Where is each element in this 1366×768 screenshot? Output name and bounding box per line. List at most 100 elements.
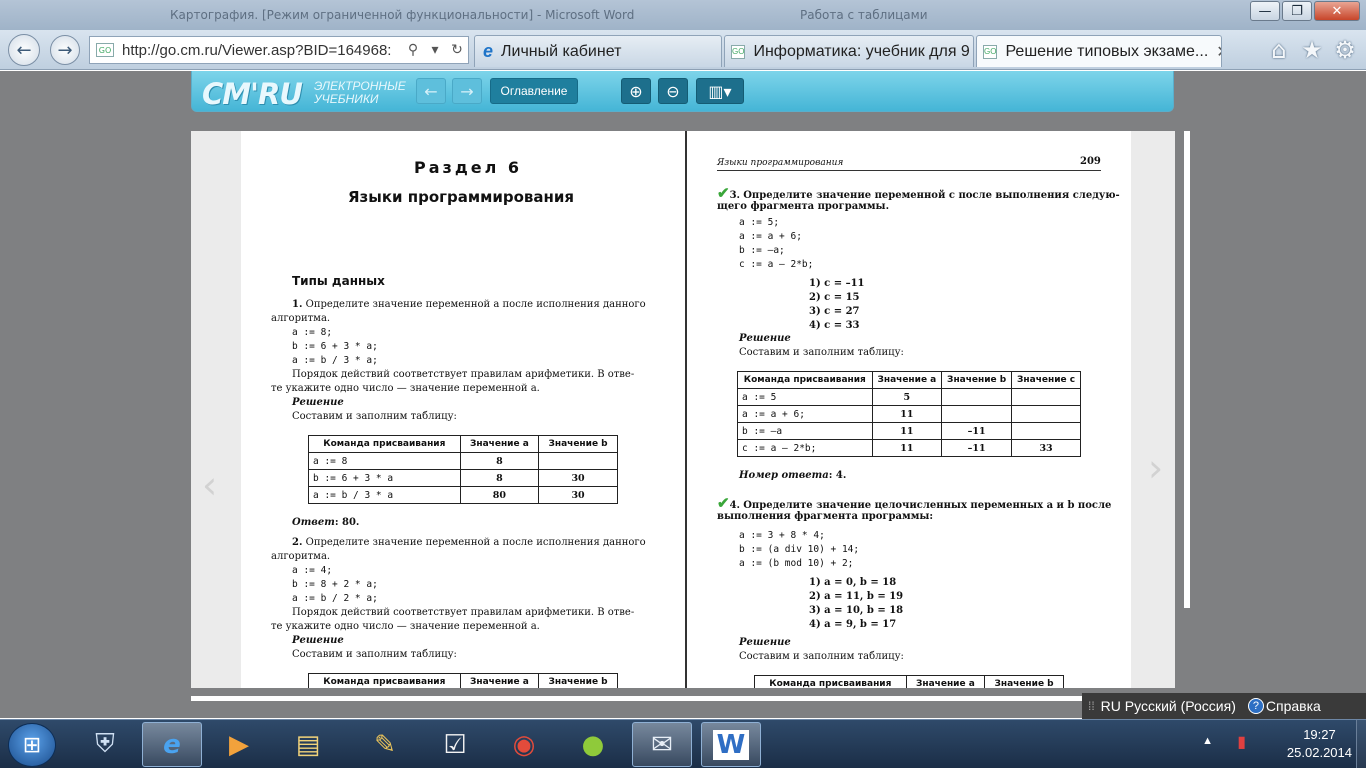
language-code[interactable]: RU [1101, 698, 1121, 714]
taskbar-explorer[interactable]: ▤ [278, 722, 338, 767]
zoom-in-button[interactable]: ⊕ [621, 78, 651, 104]
media-player-icon: ▶ [229, 729, 249, 760]
ie-icon: e [483, 41, 494, 61]
taskbar-chrome[interactable]: ◉ [494, 722, 554, 767]
taskbar-internet-explorer[interactable]: e [142, 722, 202, 767]
table-cell: 33 [1011, 439, 1081, 457]
close-window-button[interactable]: ✕ [1314, 1, 1360, 21]
table-cell: a := a + 6; [737, 405, 873, 423]
prev-page-button[interactable]: ← [416, 78, 446, 104]
taskbar-app-notebook[interactable]: ✉ [632, 722, 692, 767]
taskbar-word[interactable]: W [701, 722, 761, 767]
close-tab-icon[interactable]: ✕ [1208, 42, 1221, 62]
clock-time: 19:27 [1303, 727, 1336, 742]
code-line: b := 6 + 3 * a; [292, 341, 378, 352]
prev-page-arrow-icon[interactable]: ‹ [202, 463, 217, 507]
taskbar-app-round[interactable]: ● [563, 722, 623, 767]
answer-line: Номер ответа: 4. [739, 469, 846, 483]
solution-heading: Решение [739, 333, 791, 344]
reader-toolbar: CM'RU ЭЛЕКТРОННЫЕ УЧЕБНИКИ ← → Оглавлени… [191, 71, 1174, 112]
table-header: Команда присваивания [308, 673, 461, 688]
table-cell: 30 [538, 486, 618, 504]
logo-subtitle-line1: ЭЛЕКТРОННЫЕ [314, 79, 406, 93]
taskbar-app-pen[interactable]: ✎ [355, 722, 415, 767]
zoom-out-button[interactable]: ⊖ [658, 78, 688, 104]
answer-table: Команда присваивания Значение a Значение… [308, 435, 618, 504]
browser-nav-bar: ← → GO http://go.cm.ru/Viewer.asp?BID=16… [0, 30, 1366, 70]
arrow-right-icon: → [460, 81, 474, 101]
taskbar-security-app[interactable]: ⛨ [75, 722, 135, 767]
network-icon[interactable]: ▮ [1237, 732, 1246, 752]
taskbar-media-player[interactable]: ▶ [209, 722, 269, 767]
table-cell: –11 [941, 439, 1013, 457]
table-header: Значение b [984, 675, 1064, 688]
code-line: a := 3 + 8 * 4; [739, 530, 825, 541]
back-button[interactable]: ← [8, 34, 40, 66]
table-header: Команда присваивания [737, 371, 873, 389]
maximize-button[interactable]: ❐ [1282, 1, 1312, 21]
grip-icon[interactable]: ⁞⁞ [1088, 699, 1095, 713]
home-icon[interactable]: ⌂ [1264, 36, 1294, 64]
table-cell: a := 8 [308, 452, 461, 470]
tab-personal-cabinet[interactable]: e Личный кабинет [474, 35, 722, 67]
arrow-right-icon: → [57, 39, 73, 61]
table-row: a := b / 3 * a 80 30 [308, 486, 618, 504]
favorites-star-icon[interactable]: ★ [1297, 36, 1327, 64]
chapter-title: Языки программирования [348, 188, 575, 206]
address-bar[interactable]: GO http://go.cm.ru/Viewer.asp?BID=164968… [89, 36, 469, 64]
note-line: те укажите одно число — значение перемен… [271, 621, 540, 632]
forward-button[interactable]: → [50, 35, 80, 65]
show-hidden-icons-icon[interactable]: ▲ [1202, 735, 1213, 747]
running-head: Языки программирования [717, 158, 844, 168]
search-icon[interactable]: ⚲ [402, 42, 424, 58]
taskbar: ⊞ ⛨ e ▶ ▤ ✎ ☑ ◉ ● ✉ W ▲ ▮ 19:27 25.02.20… [0, 719, 1366, 768]
start-button[interactable]: ⊞ [8, 723, 56, 767]
table-row: b := –a 11 –11 [737, 422, 1081, 440]
tab-informatics-textbook[interactable]: GO Информатика: учебник для 9 ... [724, 35, 974, 67]
horizontal-scrollbar[interactable] [191, 696, 1175, 701]
table-header: Команда присваивания [754, 675, 907, 688]
table-cell: b := 6 + 3 * a [308, 469, 461, 487]
dropdown-arrow-icon[interactable]: ▾ [424, 42, 446, 58]
table-cell: 11 [871, 439, 943, 457]
help-label[interactable]: Справка [1266, 698, 1321, 714]
next-page-button[interactable]: → [452, 78, 482, 104]
answer-table: Команда присваивания Значение a Значение… [308, 673, 618, 688]
notebook-icon: ✉ [651, 729, 673, 760]
question-line: щего фрагмента программы. [717, 201, 890, 212]
table-row: a := 5 5 [737, 388, 1081, 406]
vertical-scrollbar[interactable] [1184, 131, 1190, 608]
next-page-arrow-icon[interactable]: › [1148, 446, 1163, 490]
table-row: a := 8 8 [308, 452, 618, 470]
arrow-left-icon: ← [16, 39, 32, 61]
toc-button[interactable]: Оглавление [490, 78, 578, 104]
minimize-button[interactable]: — [1250, 1, 1280, 21]
question-line: алгоритма. [271, 313, 331, 324]
answer-value: : 80. [334, 517, 360, 528]
help-icon[interactable]: ? [1247, 698, 1264, 714]
settings-gear-icon[interactable]: ⚙ [1330, 36, 1360, 64]
code-line: a := 5; [739, 217, 780, 228]
word-icon: W [712, 729, 750, 760]
table-cell: 8 [459, 469, 540, 487]
question-line: выполнения фрагмента программы: [717, 511, 934, 522]
taskbar-app-check[interactable]: ☑ [425, 722, 485, 767]
language-bar: ⁞⁞ RU Русский (Россия) ? Справка [1082, 693, 1366, 719]
window-title-bar: Картография. [Режим ограниченной функцио… [0, 0, 1366, 30]
note-line: Порядок действий соответствует правилам … [292, 369, 635, 380]
clock-date: 25.02.2014 [1286, 745, 1352, 760]
subheading: Типы данных [292, 274, 385, 288]
answer-line: Ответ: 80. [292, 516, 359, 530]
show-desktop-button[interactable] [1356, 720, 1366, 768]
table-cell [538, 452, 618, 470]
ie-icon: e [163, 729, 181, 760]
view-mode-button[interactable]: ▥▾ [696, 78, 744, 104]
refresh-icon[interactable]: ↻ [446, 42, 468, 58]
answer-option: 2) a = 11, b = 19 [809, 591, 904, 602]
table-header: Значение c [1011, 371, 1081, 389]
answer-option: 4) a = 9, b = 17 [809, 619, 897, 630]
clock[interactable]: 19:27 25.02.2014 [1287, 726, 1352, 762]
tab-exam-solutions[interactable]: GO Решение типовых экзаме... ✕ [976, 35, 1222, 67]
address-url[interactable]: http://go.cm.ru/Viewer.asp?BID=164968: [122, 42, 402, 59]
language-name[interactable]: Русский (Россия) [1125, 698, 1236, 714]
